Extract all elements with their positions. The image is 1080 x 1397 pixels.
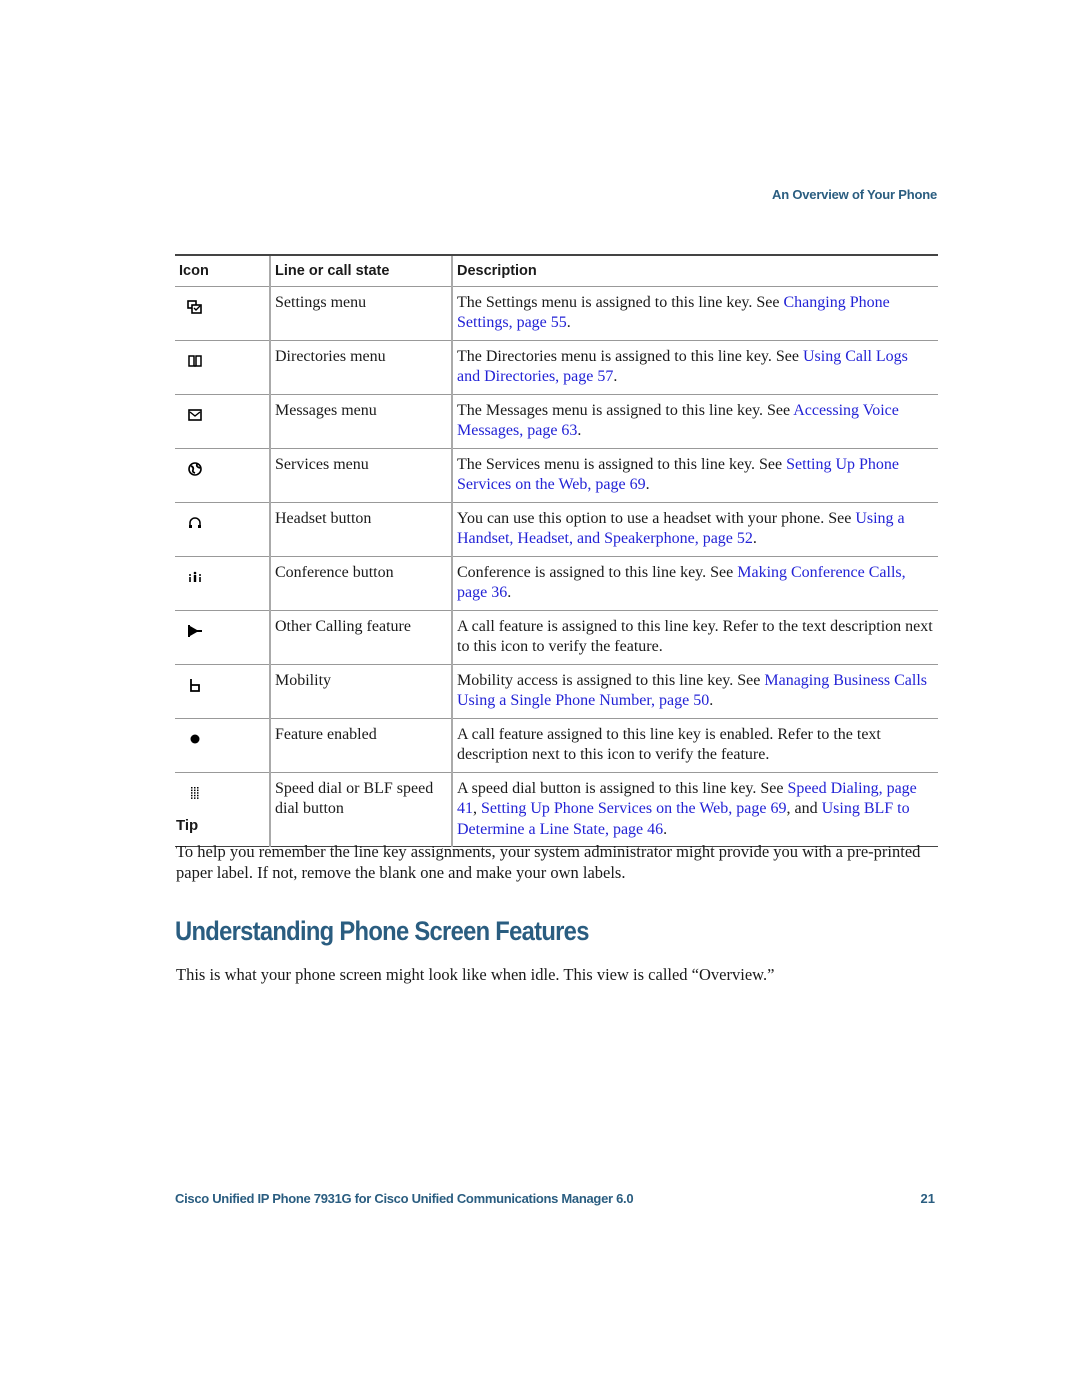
description-cell: The Services menu is assigned to this li… — [451, 448, 938, 503]
settings-menu-icon — [187, 299, 203, 315]
state-cell: Mobility — [269, 664, 452, 719]
description-text: . — [507, 584, 512, 601]
mobility-icon — [187, 677, 203, 693]
state-cell: Directories menu — [269, 340, 452, 395]
call-feature-flag-icon — [187, 623, 203, 639]
section-intro: This is what your phone screen might loo… — [176, 965, 775, 984]
table-row: Headset button You can use this option to… — [175, 502, 938, 557]
description-text: Mobility access is assigned to this line… — [457, 671, 765, 689]
page-number: 21 — [920, 1191, 935, 1206]
column-header-state: Line or call state — [269, 254, 452, 287]
conference-icon — [187, 569, 203, 585]
description-cell: Conference is assigned to this line key.… — [451, 556, 938, 611]
tip-text: To help you remember the line key assign… — [176, 842, 921, 882]
speed-dial-grid-icon — [187, 785, 203, 801]
icon-cell — [175, 556, 270, 611]
description-text: The Directories menu is assigned to this… — [457, 347, 803, 365]
description-text: . — [613, 368, 618, 385]
table-row: Speed dial or BLF speed dial button A spe… — [175, 772, 938, 847]
description-text: The Services menu is assigned to this li… — [457, 455, 787, 473]
description-cell: A speed dial button is assigned to this … — [451, 772, 938, 847]
state-cell: Speed dial or BLF speed dial button — [269, 772, 452, 847]
table-row: Settings menu The Settings menu is assign… — [175, 286, 938, 341]
state-cell: Settings menu — [269, 286, 452, 341]
icon-cell — [175, 772, 270, 847]
state-cell: Other Calling feature — [269, 610, 452, 665]
state-cell: Messages menu — [269, 394, 452, 449]
icon-cell — [175, 286, 270, 341]
feature-enabled-dot-icon — [187, 731, 203, 747]
footer-title: Cisco Unified IP Phone 7931G for Cisco U… — [175, 1191, 634, 1206]
running-head: An Overview of Your Phone — [772, 187, 937, 202]
table-row: Other Calling feature A call feature is a… — [175, 610, 938, 665]
icon-cell — [175, 340, 270, 395]
state-cell: Services menu — [269, 448, 452, 503]
description-text: A call feature assigned to this line key… — [457, 725, 881, 764]
cross-reference-link[interactable]: Setting Up Phone Services on the Web, pa… — [481, 800, 786, 817]
services-globe-icon — [187, 461, 203, 477]
state-cell: Headset button — [269, 502, 452, 557]
icon-cell — [175, 394, 270, 449]
description-text: Conference is assigned to this line key.… — [457, 563, 738, 581]
description-cell: A call feature is assigned to this line … — [451, 610, 938, 665]
icon-cell — [175, 502, 270, 557]
column-header-icon: Icon — [175, 254, 270, 287]
icon-cell — [175, 718, 270, 773]
table-row: Services menu The Services menu is assign… — [175, 448, 938, 503]
directories-book-icon — [187, 353, 203, 369]
description-text: The Settings menu is assigned to this li… — [457, 293, 784, 311]
table-row: Feature enabled A call feature assigned t… — [175, 718, 938, 773]
state-cell: Feature enabled — [269, 718, 452, 773]
line-key-icons-table: Icon Line or call state Description Sett… — [175, 254, 938, 847]
description-text: , — [473, 800, 481, 817]
messages-envelope-icon — [187, 407, 203, 423]
table-row: Mobility Mobility access is assigned to t… — [175, 664, 938, 719]
description-cell: A call feature assigned to this line key… — [451, 718, 938, 773]
description-text: . — [663, 820, 668, 838]
description-cell: Mobility access is assigned to this line… — [451, 664, 938, 719]
icon-cell — [175, 448, 270, 503]
column-header-description: Description — [451, 254, 938, 287]
description-text: A speed dial button is assigned to this … — [457, 779, 788, 797]
description-text: , and — [786, 800, 822, 817]
description-cell: The Directories menu is assigned to this… — [451, 340, 938, 395]
description-cell: The Settings menu is assigned to this li… — [451, 286, 938, 341]
description-text: . — [752, 530, 757, 547]
description-text: . — [645, 476, 650, 493]
description-text: You can use this option to use a headset… — [457, 509, 856, 527]
description-cell: The Messages menu is assigned to this li… — [451, 394, 938, 449]
table-row: Directories menu The Directories menu is … — [175, 340, 938, 395]
description-text: . — [566, 314, 571, 331]
table-row: Conference button Conference is assigned … — [175, 556, 938, 611]
icon-cell — [175, 664, 270, 719]
icon-cell — [175, 610, 270, 665]
description-cell: You can use this option to use a headset… — [451, 502, 938, 557]
state-cell: Conference button — [269, 556, 452, 611]
section-title: Understanding Phone Screen Features — [175, 916, 589, 946]
table-header-row: Icon Line or call state Description — [175, 254, 938, 287]
table-row: Messages menu The Messages menu is assign… — [175, 394, 938, 449]
description-text: . — [577, 422, 582, 439]
tip-label: Tip — [176, 817, 199, 834]
description-text: The Messages menu is assigned to this li… — [457, 401, 794, 419]
headset-icon — [187, 515, 203, 531]
description-text: A call feature is assigned to this line … — [457, 617, 933, 656]
description-text: . — [709, 692, 714, 709]
